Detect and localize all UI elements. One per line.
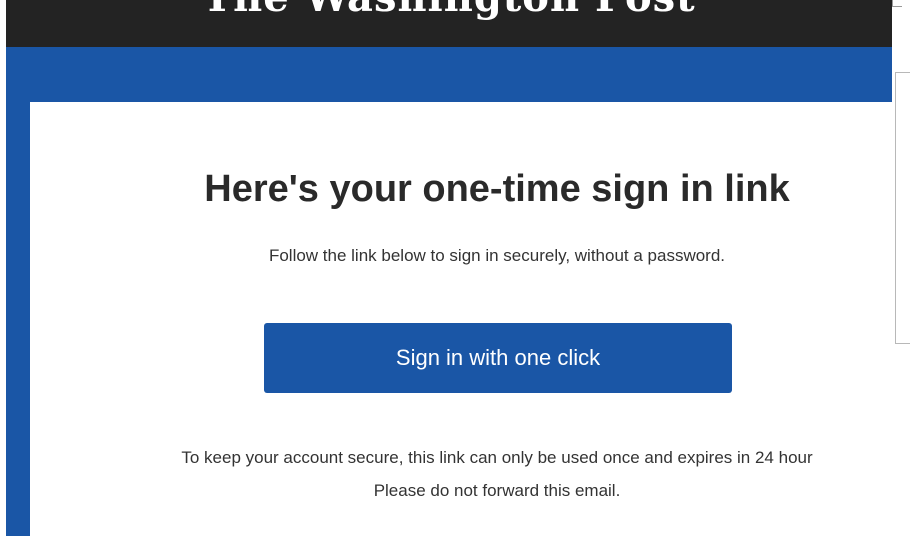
email-card: Here's your one-time sign in link Follow… — [30, 102, 892, 536]
sign-in-button[interactable]: Sign in with one click — [264, 323, 732, 393]
side-frame — [895, 72, 910, 344]
security-notice: To keep your account secure, this link c… — [181, 448, 813, 467]
instruction-text: Follow the link below to sign in securel… — [268, 246, 726, 265]
email-body: The Washington Post Here's your one-time… — [6, 0, 892, 536]
newspaper-logo: The Washington Post — [6, 0, 892, 22]
window-edge-corner — [892, 6, 902, 7]
forward-warning: Please do not forward this email. — [373, 481, 621, 500]
page-title: Here's your one-time sign in link — [204, 168, 790, 210]
email-viewport: The Washington Post Here's your one-time… — [0, 0, 910, 536]
masthead: The Washington Post — [6, 0, 892, 47]
